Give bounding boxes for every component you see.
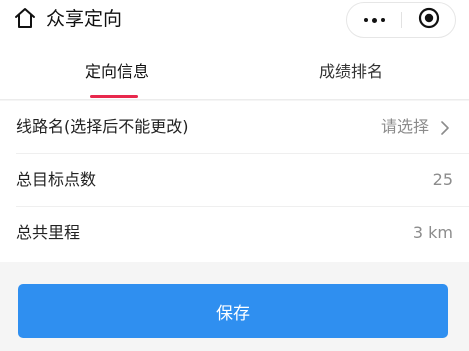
mini-program-capsule [346,2,456,38]
tab-orienteering-info[interactable]: 定向信息 [0,40,234,100]
total-points-row: 总目标点数 25 [16,154,469,207]
close-target-icon [418,7,440,33]
total-distance-value: 3 km [412,223,453,242]
top-bar: 众享定向 [0,0,469,40]
total-points-label: 总目标点数 [16,170,97,189]
tab-label: 成绩排名 [318,62,383,81]
more-icon [362,17,387,23]
active-tab-indicator [90,95,138,98]
home-icon [13,6,37,34]
total-points-value: 25 [432,170,453,189]
chevron-right-icon [439,120,451,135]
total-distance-row: 总共里程 3 km [16,207,469,262]
close-button[interactable] [403,3,455,37]
route-placeholder: 请选择 [380,117,429,136]
route-select-row[interactable]: 线路名(选择后不能更改) 请选择 [16,101,469,154]
route-label: 线路名(选择后不能更改) [16,117,189,136]
capsule-divider [401,12,402,28]
tab-ranking[interactable]: 成绩排名 [234,40,468,100]
total-distance-label: 总共里程 [16,223,81,242]
info-form: 线路名(选择后不能更改) 请选择 总目标点数 25 总共里程 3 km [0,101,469,262]
save-button[interactable]: 保存 [18,284,448,338]
home-button[interactable] [10,6,40,34]
tab-label: 定向信息 [84,62,149,81]
more-button[interactable] [347,3,401,37]
tab-bar: 定向信息 成绩排名 [0,40,469,100]
page-title: 众享定向 [46,8,123,30]
